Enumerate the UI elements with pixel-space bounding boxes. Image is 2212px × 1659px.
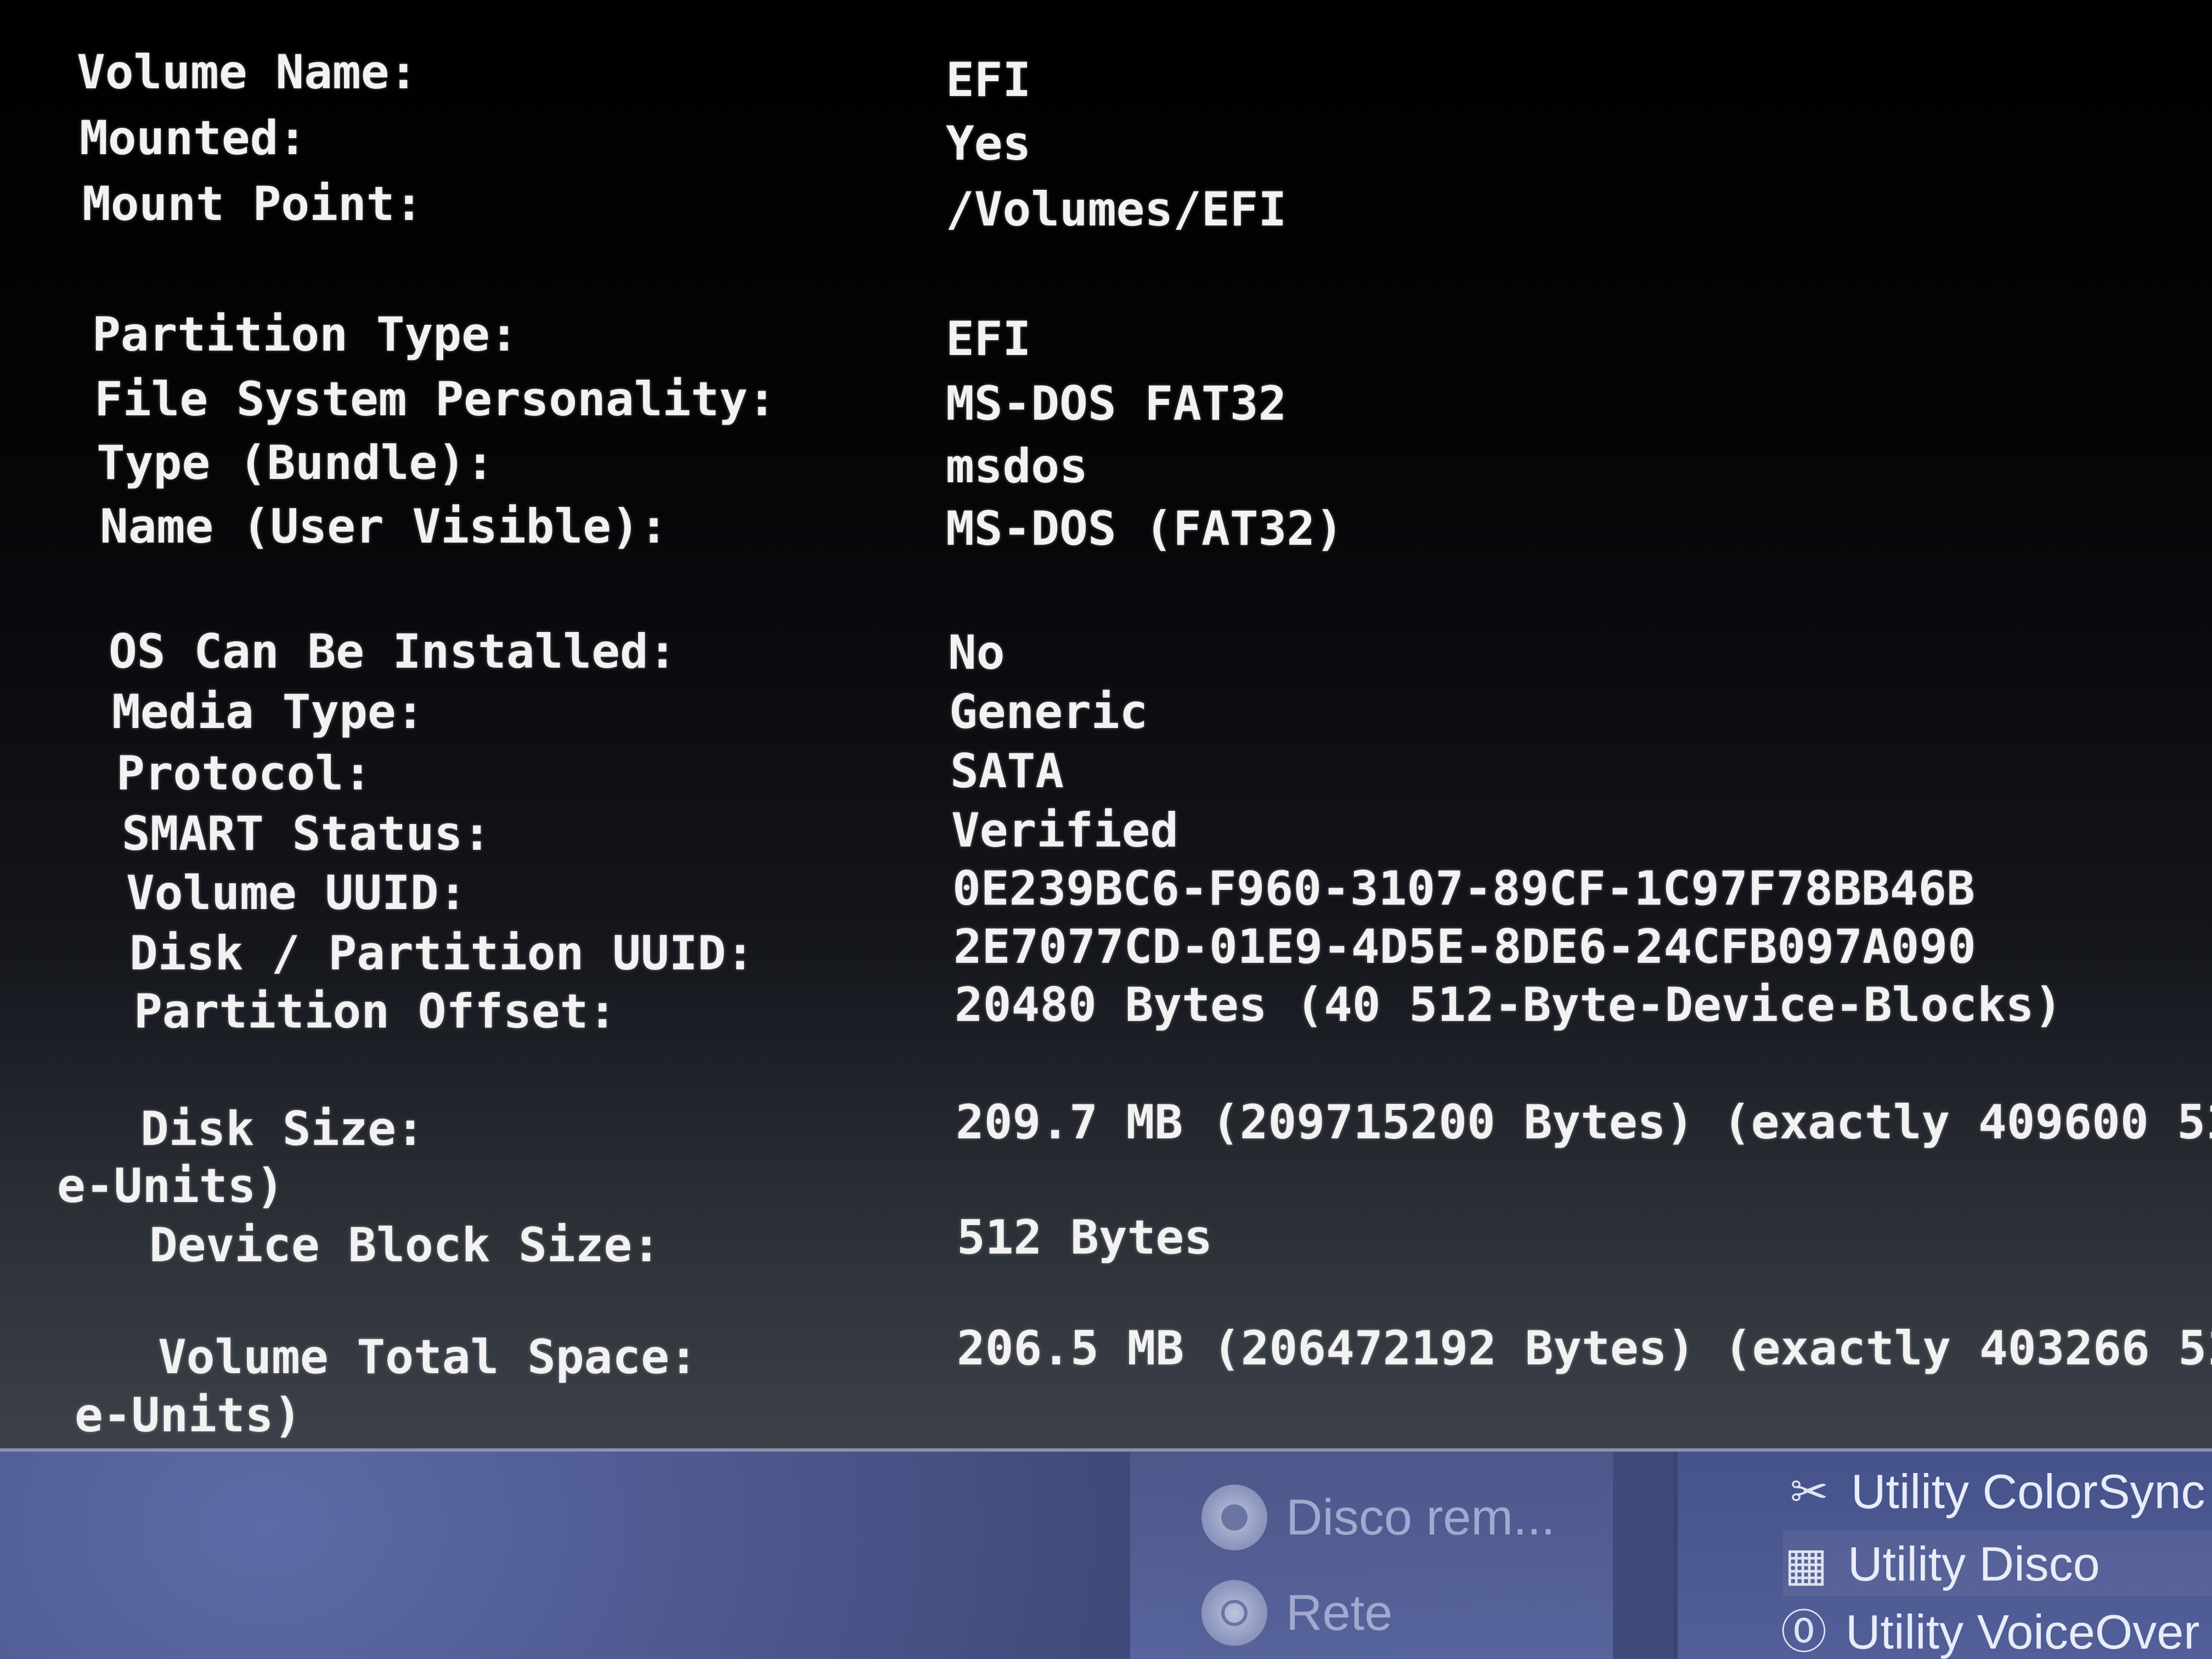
- sidebar-item-rete[interactable]: Rete: [1201, 1580, 1392, 1646]
- value-disk-partition-uuid: 2E7077CD-01E9-4D5E-8DE6-24CFB097A090: [953, 919, 1976, 974]
- value-volume-total-space: 206.5 MB (206472192 Bytes) (exactly 4032…: [957, 1321, 2212, 1376]
- label-media-type: Media Type:: [112, 685, 425, 740]
- screen: Volume Name: Mounted: Mount Point: Parti…: [0, 0, 2212, 1659]
- label-mount-point: Mount Point:: [82, 177, 424, 232]
- value-disk-size: 209.7 MB (209715200 Bytes) (exactly 4096…: [956, 1095, 2212, 1150]
- label-partition-offset: Partition Offset:: [134, 984, 617, 1039]
- sidebar-item-disco-rem[interactable]: Disco rem...: [1201, 1485, 1555, 1550]
- label-smart-status: SMART Status:: [122, 806, 492, 861]
- list-item-label: Utility VoiceOver: [1846, 1605, 2200, 1659]
- value-device-block-size: 512 Bytes: [957, 1210, 1212, 1265]
- terminal-window[interactable]: Volume Name: Mounted: Mount Point: Parti…: [0, 0, 2212, 1452]
- label-device-block-size: Device Block Size:: [149, 1218, 661, 1273]
- value-volume-name: EFI: [946, 53, 1031, 108]
- label-name-user-visible: Name (User Visible):: [100, 499, 668, 554]
- label-partition-type: Partition Type:: [92, 307, 518, 362]
- value-volume-uuid: 0E239BC6-F960-3107-89CF-1C97F78BB46B: [952, 861, 1975, 916]
- value-media-type: Generic: [949, 685, 1148, 740]
- value-mount-point: /Volumes/EFI: [946, 182, 1287, 237]
- globe-icon: [1201, 1580, 1267, 1646]
- label-disk-size: Disk Size:: [140, 1102, 425, 1156]
- value-partition-type: EFI: [946, 312, 1031, 366]
- list-item-label: Utility ColorSync: [1851, 1464, 2205, 1519]
- finder-sidebar: Disco rem... Rete: [1130, 1452, 1613, 1659]
- value-partition-offset: 20480 Bytes (40 512-Byte-Device-Blocks): [955, 978, 2063, 1032]
- disc-icon: [1201, 1485, 1267, 1550]
- label-volume-uuid: Volume UUID:: [126, 866, 467, 921]
- list-item-utility-disco[interactable]: ▦ Utility Disco: [1780, 1536, 2100, 1592]
- label-type-bundle: Type (Bundle):: [97, 436, 494, 490]
- label-mounted: Mounted:: [80, 111, 307, 166]
- value-name-user-visible: MS-DOS (FAT32): [946, 501, 1344, 556]
- colorsync-icon: ✂: [1790, 1466, 1829, 1517]
- value-file-system-personality: MS-DOS FAT32: [946, 376, 1287, 431]
- label-volume-total-space: Volume Total Space:: [158, 1330, 698, 1385]
- list-item-label: Utility Disco: [1848, 1537, 2100, 1591]
- wrap-disk-size: e-Units): [57, 1159, 285, 1214]
- value-smart-status: Verified: [951, 803, 1179, 858]
- value-protocol: SATA: [950, 744, 1064, 799]
- label-volume-name: Volume Name:: [77, 45, 418, 100]
- list-item-utility-colorsync[interactable]: ✂ Utility ColorSync: [1783, 1464, 2205, 1520]
- voiceover-icon: ⓪: [1780, 1606, 1827, 1658]
- value-type-bundle: msdos: [946, 439, 1088, 494]
- label-disk-partition-uuid: Disk / Partition UUID:: [129, 926, 755, 981]
- label-file-system-personality: File System Personality:: [94, 372, 776, 427]
- wrap-volume-total-space: e-Units): [75, 1388, 302, 1443]
- value-mounted: Yes: [946, 116, 1031, 171]
- sidebar-item-label: Disco rem...: [1286, 1489, 1555, 1545]
- value-os-can-be-installed: No: [948, 625, 1005, 680]
- sidebar-item-label: Rete: [1286, 1584, 1393, 1641]
- label-protocol: Protocol:: [116, 746, 372, 801]
- list-item-utility-voiceover[interactable]: ⓪ Utility VoiceOver: [1778, 1604, 2200, 1659]
- label-os-can-be-installed: OS Can Be Installed:: [109, 624, 677, 679]
- disk-utility-icon: ▦: [1784, 1538, 1828, 1590]
